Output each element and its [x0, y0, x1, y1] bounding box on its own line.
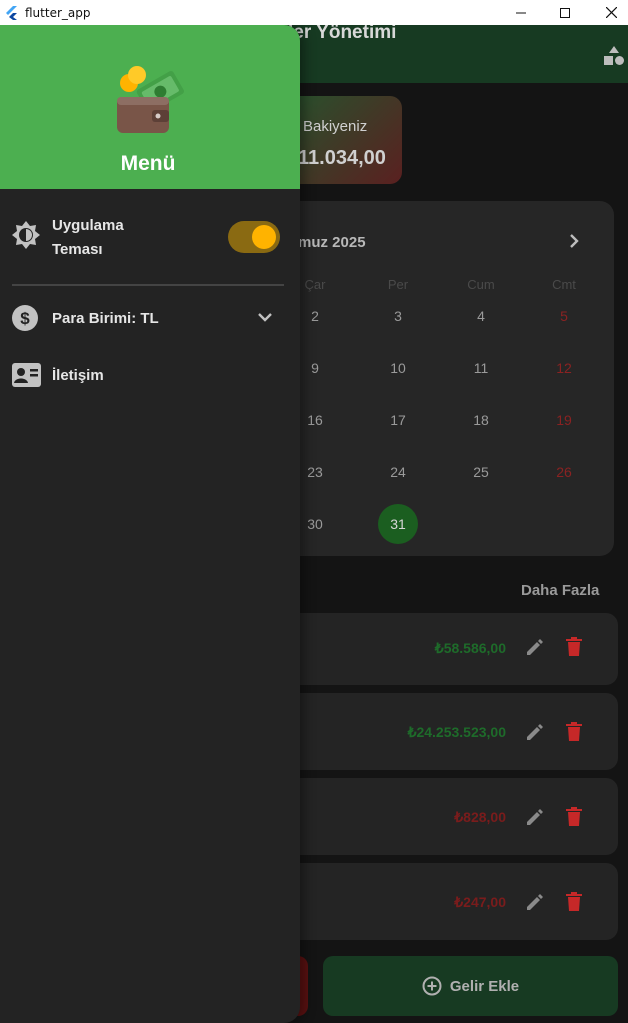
calendar-month: muz 2025 [298, 234, 366, 251]
delete-icon[interactable] [566, 637, 582, 657]
balance-value: 11.034,00 [298, 147, 386, 169]
minimize-button[interactable] [498, 0, 544, 25]
calendar-day[interactable]: 11 [461, 360, 501, 376]
calendar-day[interactable]: 2 [295, 308, 335, 324]
calendar-day[interactable]: 17 [378, 412, 418, 428]
page-title: ler Yönetimi [288, 22, 397, 43]
calendar-day[interactable]: 25 [461, 464, 501, 480]
balance-label: Bakiyeniz [303, 118, 368, 135]
weekday-label: Çar [304, 277, 326, 292]
svg-text:$: $ [20, 309, 30, 328]
calendar-day[interactable]: 12 [544, 360, 584, 376]
transaction-amount: ₺828,00 [454, 809, 506, 825]
moon-icon [198, 227, 208, 247]
edit-icon[interactable] [525, 807, 545, 827]
delete-icon[interactable] [566, 807, 582, 827]
theme-label-line2: Teması [52, 241, 103, 258]
theme-label-line1: Uygulama [52, 217, 124, 234]
contact-label[interactable]: İletişim [52, 364, 104, 388]
calendar-day[interactable]: 4 [461, 308, 501, 324]
add-income-label: Gelir Ekle [449, 977, 520, 995]
calendar-day[interactable]: 24 [378, 464, 418, 480]
window-titlebar: flutter_app [0, 0, 628, 25]
calendar-day[interactable]: 18 [461, 412, 501, 428]
calendar [260, 201, 614, 556]
delete-icon[interactable] [566, 892, 582, 912]
weekday-label: Cum [467, 277, 495, 292]
wallet-icon [117, 66, 184, 133]
app-root: flutter_app ler Yönetimi Bakiyeniz 11.03… [0, 0, 628, 1023]
contact-card-icon [12, 363, 41, 387]
calendar-day[interactable]: 9 [295, 360, 335, 376]
transaction-amount: ₺247,00 [454, 894, 506, 910]
more-link[interactable]: Daha Fazla [521, 582, 599, 599]
dollar-icon: $ [12, 305, 38, 331]
theme-label: Uygulama Teması [52, 214, 124, 262]
window-title: flutter_app [25, 5, 91, 20]
chevron-right-icon[interactable] [566, 232, 582, 250]
transaction-amount: ₺24.253.523,00 [407, 724, 506, 740]
add-income-button[interactable]: Gelir Ekle [323, 956, 618, 1016]
weekday-label: Per [387, 277, 409, 292]
calendar-day[interactable]: 3 [378, 308, 418, 324]
edit-icon[interactable] [525, 637, 545, 657]
calendar-day[interactable]: 10 [378, 360, 418, 376]
transaction-row[interactable]: ₺247,00 [262, 863, 618, 940]
add-circle-icon [422, 976, 442, 996]
transaction-row[interactable]: ₺58.586,00 [262, 613, 618, 685]
calendar-day[interactable]: 5 [544, 308, 584, 324]
maximize-button[interactable] [542, 0, 588, 25]
flutter-logo-icon [6, 5, 17, 20]
transaction-row[interactable]: ₺828,00 [262, 778, 618, 855]
shapes-icon[interactable] [604, 46, 624, 66]
navigation-drawer: Menü Uygulama Teması $ Para Birimi: TL İ… [0, 25, 300, 1023]
transaction-amount: ₺58.586,00 [434, 640, 506, 656]
calendar-day[interactable]: 30 [295, 516, 335, 532]
edit-icon[interactable] [525, 892, 545, 912]
theme-toggle-knob [252, 225, 276, 249]
weekday-label: Cmt [552, 277, 576, 292]
calendar-day[interactable]: 26 [544, 464, 584, 480]
drawer-divider [12, 284, 284, 286]
brightness-icon [12, 221, 40, 249]
minimize-icon [516, 12, 526, 13]
close-button[interactable] [588, 0, 628, 25]
drawer-title: Menü [120, 152, 176, 175]
theme-toggle[interactable] [228, 221, 280, 253]
edit-icon[interactable] [525, 722, 545, 742]
delete-icon[interactable] [566, 722, 582, 742]
close-icon [605, 7, 617, 18]
currency-label[interactable]: Para Birimi: TL [52, 307, 159, 331]
maximize-icon [560, 7, 570, 18]
calendar-day[interactable]: 19 [544, 412, 584, 428]
transaction-row[interactable]: ₺24.253.523,00 [262, 693, 618, 770]
calendar-day[interactable]: 23 [295, 464, 335, 480]
calendar-day[interactable]: 16 [295, 412, 335, 428]
drawer-header: Menü [0, 25, 300, 189]
calendar-day-today[interactable]: 31 [378, 504, 418, 544]
chevron-down-icon[interactable] [257, 310, 273, 324]
